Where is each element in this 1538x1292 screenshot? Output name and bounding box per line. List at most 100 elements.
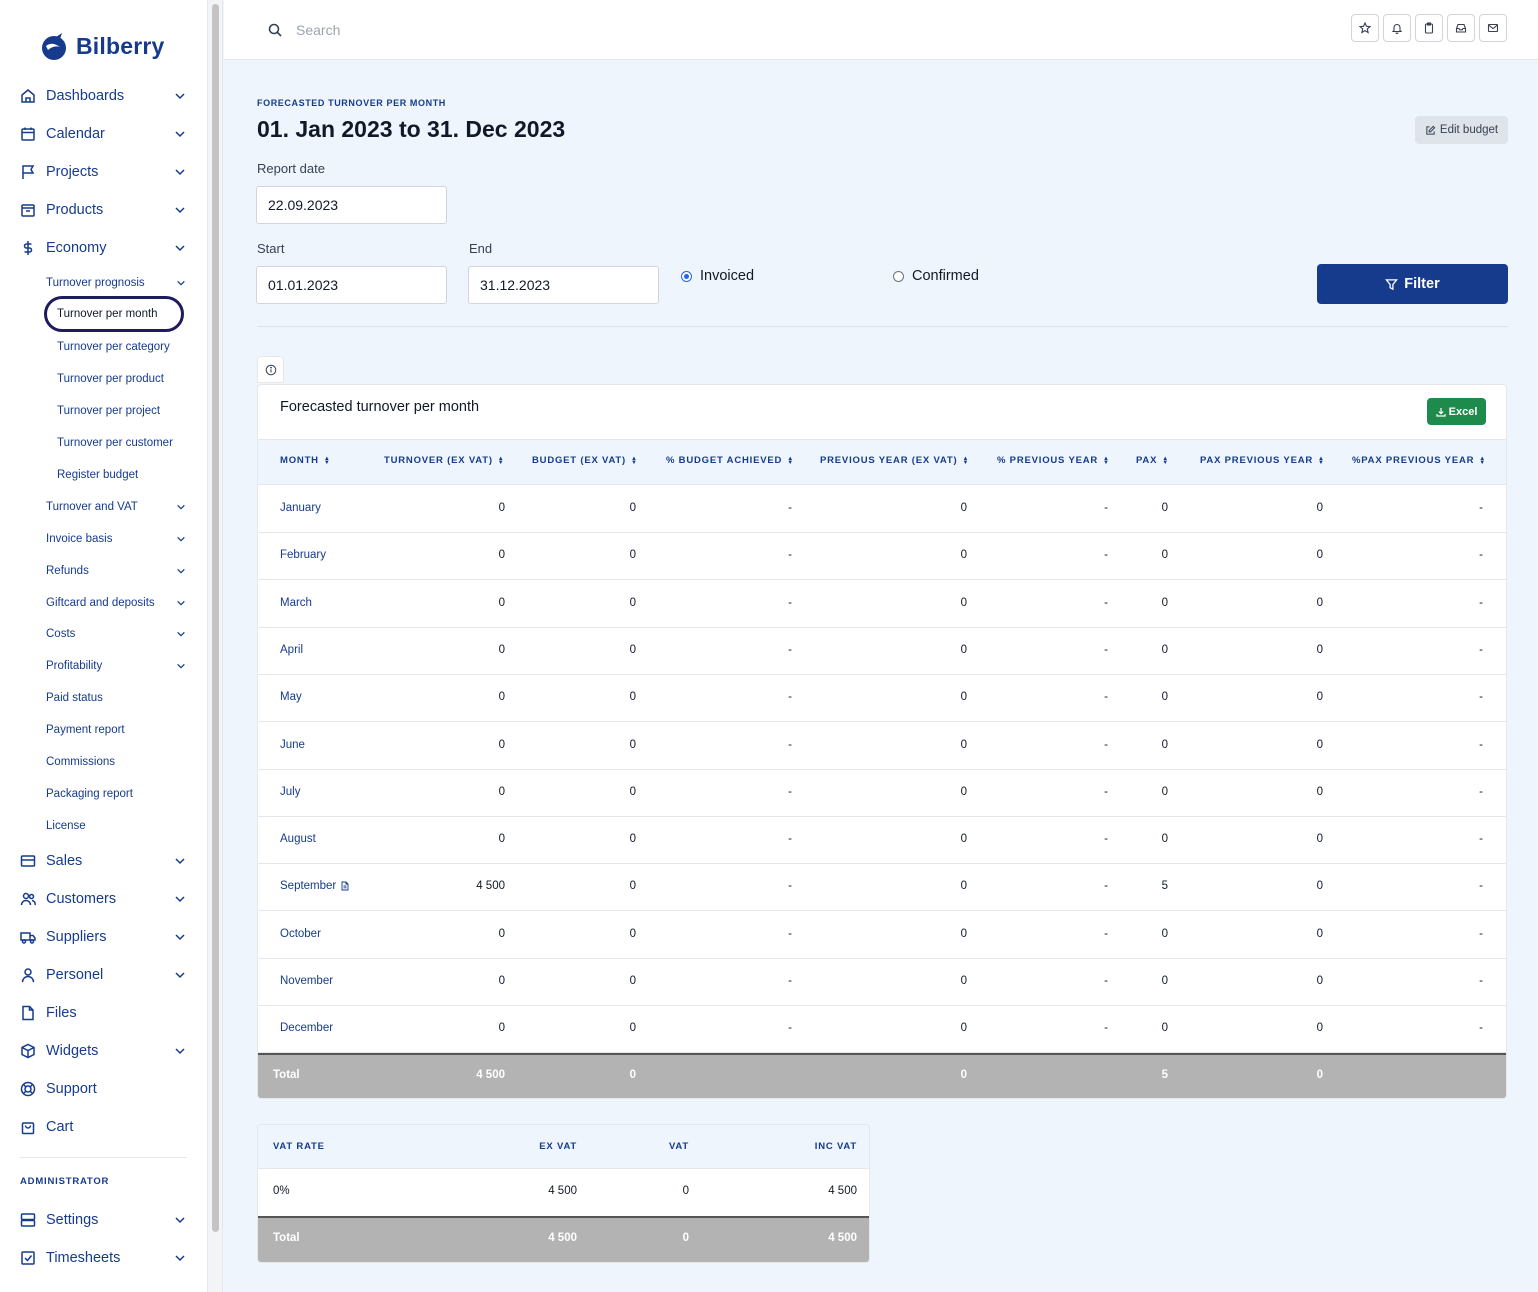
sidebar-item-personel[interactable]: Personel [20,964,188,986]
sidebar-item-turnover-per-category[interactable]: Turnover per category [57,338,187,356]
brand-logo[interactable]: Bilberry [40,28,165,64]
column-header-pct-prev-year[interactable]: % PREVIOUS YEAR ▲ ▼ [997,455,1110,466]
messages-button[interactable] [1479,14,1507,42]
sidebar-item-turnover-per-month[interactable]: Turnover per month [44,296,184,332]
column-header-budget[interactable]: BUDGET (EX VAT) ▲ ▼ [532,455,638,466]
month-link[interactable]: May [280,691,302,703]
sidebar-item-invoice-basis[interactable]: Invoice basis [46,530,188,548]
sidebar-item-timesheets[interactable]: Timesheets [20,1247,188,1269]
sidebar-item-files[interactable]: Files [20,1002,188,1024]
excel-export-button[interactable]: Excel [1427,398,1486,425]
sidebar-item-dashboards[interactable]: Dashboards [20,85,188,107]
sidebar-item-profitability[interactable]: Profitability [46,657,188,675]
sidebar-item-products[interactable]: Products [20,199,188,221]
cell-pax-prev-year: 0 [1316,975,1323,987]
notifications-button[interactable] [1383,14,1411,42]
month-link[interactable]: October [280,928,321,940]
start-date-field[interactable]: 01.01.2023 [256,266,447,304]
month-link[interactable]: March [280,597,312,609]
cell-pct-prev-year: - [1104,833,1108,846]
sidebar-item-label: Calendar [46,126,105,142]
search-input[interactable] [296,18,696,42]
inbox-icon [1455,23,1467,33]
sidebar-item-turnover-per-customer[interactable]: Turnover per customer [57,434,187,452]
month-link[interactable]: July [280,786,300,798]
radio-confirmed-label: Confirmed [912,268,979,284]
sidebar-item-paid-status[interactable]: Paid status [46,689,188,707]
sidebar-item-costs[interactable]: Costs [46,625,188,643]
inbox-button[interactable] [1447,14,1475,42]
month-link[interactable]: January [280,502,321,514]
month-link[interactable]: June [280,739,305,751]
month-link[interactable]: September [280,880,350,892]
cell-pct-prev-year: - [1104,643,1108,656]
document-icon[interactable] [340,881,350,891]
cell-pax-prev-year: 0 [1316,596,1323,609]
column-header-pct-budget[interactable]: % BUDGET ACHIEVED ▲ ▼ [666,455,794,466]
sidebar-item-payment-report[interactable]: Payment report [46,721,188,739]
home-icon [20,88,36,104]
cell-pct-budget: - [788,785,792,798]
month-link[interactable]: August [280,833,316,845]
month-link[interactable]: February [280,549,326,561]
month-link[interactable]: November [280,975,333,987]
sidebar-item-giftcard-and-deposits[interactable]: Giftcard and deposits [46,594,188,612]
cell-prev-year: 0 [960,880,967,893]
scrollbar-thumb[interactable] [212,4,219,1232]
column-header-pax[interactable]: PAX ▲ ▼ [1136,455,1169,466]
sidebar-item-commissions[interactable]: Commissions [46,753,188,771]
chevron-down-icon [177,504,185,510]
sidebar-item-packaging-report[interactable]: Packaging report [46,785,188,803]
sidebar-item-widgets[interactable]: Widgets [20,1040,188,1062]
sidebar-item-license[interactable]: License [46,817,188,835]
sidebar-scrollbar[interactable] [209,0,223,1292]
radio-invoiced[interactable]: Invoiced [681,268,754,284]
sidebar-item-economy[interactable]: Economy [20,237,188,259]
sidebar-item-turnover-per-product[interactable]: Turnover per product [57,370,187,388]
sidebar-item-cart[interactable]: Cart [20,1116,188,1138]
edit-budget-label: Edit budget [1439,124,1499,136]
sidebar-item-turnover-and-vat[interactable]: Turnover and VAT [46,498,188,516]
end-date-field[interactable]: 31.12.2023 [468,266,659,304]
filter-button[interactable]: Filter [1317,264,1508,304]
cell-turnover: 0 [498,502,505,514]
favorites-button[interactable] [1351,14,1379,42]
column-header-label: PAX PREVIOUS YEAR [1200,455,1314,466]
radio-button-selected[interactable] [681,270,692,282]
cell-pax: 0 [1161,927,1168,940]
cell-pax-prev-year: 0 [1316,502,1323,514]
sidebar-item-sales[interactable]: Sales [20,850,188,872]
column-header-turnover[interactable]: TURNOVER (EX VAT) ▲ ▼ [384,455,505,466]
flag-icon [20,164,36,180]
sidebar-item-projects[interactable]: Projects [20,161,188,183]
sidebar-item-settings[interactable]: Settings [20,1209,188,1231]
column-header-label: PREVIOUS YEAR (EX VAT) [820,455,958,466]
sidebar-item-register-budget[interactable]: Register budget [57,466,187,484]
sidebar-item-turnover-per-project[interactable]: Turnover per project [57,402,187,420]
info-button[interactable] [257,356,284,383]
sidebar-item-refunds[interactable]: Refunds [46,562,188,580]
vat-total-inc-vat: 4 500 [828,1232,857,1244]
sidebar-item-customers[interactable]: Customers [20,888,188,910]
column-header-pct-pax-prev-year[interactable]: %PAX PREVIOUS YEAR ▲ ▼ [1352,455,1486,466]
cell-pct-budget: - [788,833,792,846]
sort-icon: ▲ ▼ [323,455,331,466]
report-date-field[interactable]: 22.09.2023 [256,186,447,224]
clipboard-button[interactable] [1415,14,1443,42]
chevron-down-icon [177,631,185,637]
radio-confirmed[interactable]: Confirmed [893,268,979,284]
sidebar-item-calendar[interactable]: Calendar [20,123,188,145]
month-link[interactable]: April [280,644,303,656]
column-header-pax-prev-year[interactable]: PAX PREVIOUS YEAR ▲ ▼ [1200,455,1325,466]
column-header-prev-year[interactable]: PREVIOUS YEAR (EX VAT) ▲ ▼ [820,455,969,466]
month-link[interactable]: December [280,1022,333,1034]
sidebar-item-label: Economy [46,240,107,256]
sidebar-item-turnover-prognosis[interactable]: Turnover prognosis [46,274,188,292]
sidebar-item-suppliers[interactable]: Suppliers [20,926,188,948]
sidebar-item-label: Paid status [46,692,103,704]
radio-button[interactable] [893,270,904,282]
edit-budget-button[interactable]: Edit budget [1415,116,1508,144]
sidebar-item-support[interactable]: Support [20,1078,188,1100]
vat-table-total-row: Total 4 500 0 4 500 [258,1216,869,1262]
column-header-month[interactable]: MONTH ▲ ▼ [280,455,331,466]
